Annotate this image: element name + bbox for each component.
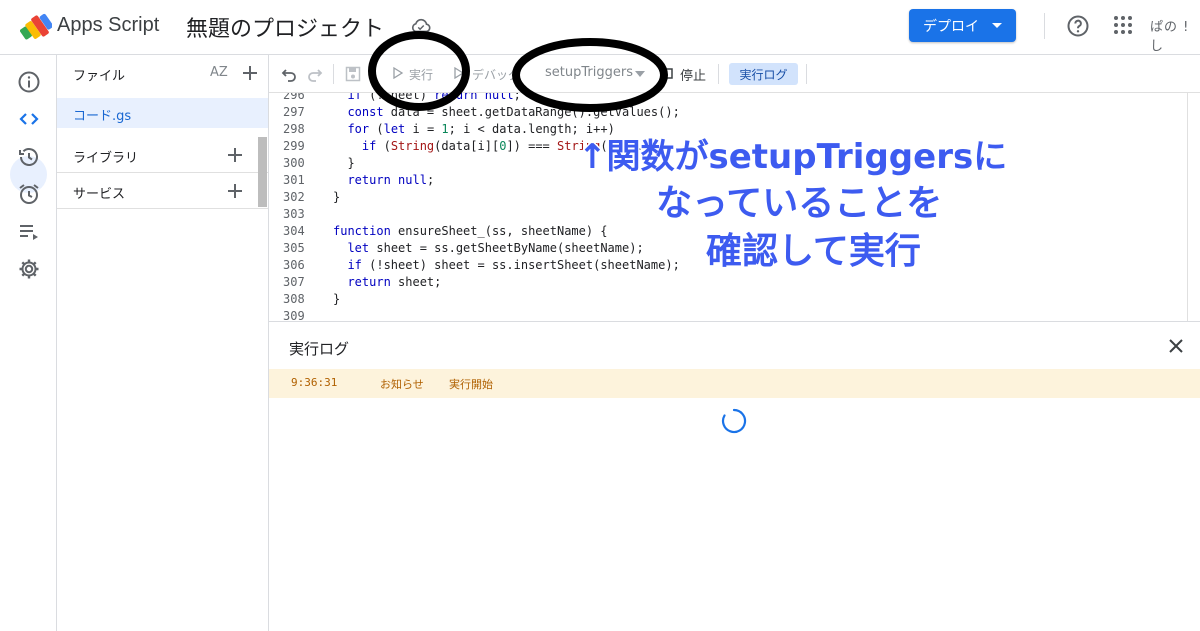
code-line[interactable]: 298 for (let i = 1; i < data.length; i++… [269, 122, 1200, 139]
files-title: ファイル [73, 69, 126, 84]
files-panel: ファイル AZ コード.gs ライブラリ サービス [57, 55, 269, 631]
function-selector-value: setupTriggers [545, 65, 633, 80]
apps-grid-icon[interactable] [1113, 15, 1133, 35]
stop-button-label: 停止 [680, 69, 707, 84]
code-text: if (!sheet) sheet = ss.insertSheet(sheet… [347, 258, 680, 272]
line-number: 300 [283, 156, 305, 170]
app-name: Apps Script [57, 14, 160, 36]
execution-log-button[interactable]: 実行ログ [729, 63, 798, 85]
code-editor-icon[interactable] [16, 106, 42, 132]
account-avatar[interactable]: ぱの ! し [1150, 16, 1200, 54]
section-libraries-label: ライブラリ [73, 151, 139, 166]
section-libraries: ライブラリ [57, 137, 268, 173]
line-number: 303 [283, 207, 305, 221]
log-time: 9:36:31 [291, 376, 338, 389]
log-panel-title: 実行ログ [289, 340, 350, 358]
add-library-icon[interactable] [226, 146, 244, 164]
save-icon[interactable] [345, 66, 361, 82]
stop-icon [662, 68, 673, 79]
log-level: お知らせ [380, 378, 424, 391]
log-entry: 9:36:31 お知らせ 実行開始 [269, 369, 1200, 398]
settings-gear-icon[interactable] [16, 256, 42, 282]
code-text: if (String(data[i][0]) === String(cli... [361, 139, 651, 153]
info-icon[interactable] [16, 69, 42, 95]
line-number: 299 [283, 139, 305, 153]
debug-play-icon [454, 67, 465, 79]
code-text: if (!sheet) return null; [347, 93, 521, 102]
caret-down-icon [635, 71, 645, 77]
code-text: for (let i = 1; i < data.length; i++) [347, 122, 615, 136]
code-line[interactable]: 301 return null; [269, 173, 1200, 190]
editor-toolbar: 実行 デバッグ setupTriggers 停止 実行ログ [269, 55, 1200, 93]
code-line[interactable]: 304 function ensureSheet_(ss, sheetName) … [269, 224, 1200, 241]
play-icon [393, 67, 404, 79]
cloud-saved-icon [411, 18, 431, 33]
code-line[interactable]: 296 if (!sheet) return null; [269, 93, 1200, 105]
code-line[interactable]: 299 if (String(data[i][0]) === String(cl… [269, 139, 1200, 156]
line-number: 297 [283, 105, 305, 119]
execution-log-panel: 実行ログ 9:36:31 お知らせ 実行開始 [269, 321, 1200, 631]
log-message: 実行開始 [449, 378, 493, 391]
line-number: 296 [283, 93, 305, 102]
line-number: 301 [283, 173, 305, 187]
line-number: 302 [283, 190, 305, 204]
loading-spinner-icon [721, 408, 747, 434]
toolbar-divider [333, 64, 334, 84]
line-number: 305 [283, 241, 305, 255]
line-number: 308 [283, 292, 305, 306]
deploy-button[interactable]: デプロイ [909, 9, 1016, 42]
code-line[interactable]: 307 return sheet; [269, 275, 1200, 292]
code-line[interactable]: 308} [269, 292, 1200, 309]
line-number: 304 [283, 224, 305, 238]
code-line[interactable]: 309 [269, 309, 1200, 321]
code-line[interactable]: 306 if (!sheet) sheet = ss.insertSheet(s… [269, 258, 1200, 275]
history-icon[interactable] [16, 144, 42, 170]
section-services-label: サービス [73, 187, 126, 202]
line-number: 306 [283, 258, 305, 272]
app-header: Apps Script 無題のプロジェクト デプロイ ぱの ! し [0, 0, 1200, 55]
editor-scrollbar[interactable] [1187, 93, 1200, 321]
header-divider [1044, 13, 1045, 39]
code-line[interactable]: 303 [269, 207, 1200, 224]
deploy-button-label: デプロイ [923, 18, 979, 35]
redo-icon[interactable] [307, 66, 323, 82]
files-scrollbar[interactable] [258, 137, 267, 207]
add-file-icon[interactable] [241, 64, 259, 82]
code-text: const data = sheet.getDataRange().getVal… [347, 105, 680, 119]
undo-icon[interactable] [281, 66, 297, 82]
code-text: } [333, 190, 341, 204]
code-editor[interactable]: 296 if (!sheet) return null; 297 const da… [269, 93, 1200, 321]
debug-button-label: デバッグ [472, 68, 521, 82]
code-line[interactable]: 305 let sheet = ss.getSheetByName(sheetN… [269, 241, 1200, 258]
triggers-alarm-icon[interactable] [16, 181, 42, 207]
code-text: return sheet; [347, 275, 442, 289]
toolbar-divider [806, 64, 807, 84]
toolbar-divider [718, 64, 719, 84]
left-nav-rail [0, 55, 57, 631]
run-button-label: 実行 [409, 68, 434, 82]
code-text: } [333, 292, 341, 306]
project-title[interactable]: 無題のプロジェクト [186, 11, 384, 43]
section-services: サービス [57, 173, 268, 209]
code-line[interactable]: 302} [269, 190, 1200, 207]
chevron-down-icon [992, 23, 1002, 28]
sort-az-icon[interactable]: AZ [210, 65, 230, 81]
line-number: 309 [283, 309, 305, 321]
line-number: 298 [283, 122, 305, 136]
code-text: function ensureSheet_(ss, sheetName) { [333, 224, 608, 238]
add-service-icon[interactable] [226, 182, 244, 200]
code-line[interactable]: 300 } [269, 156, 1200, 173]
file-item-code-gs[interactable]: コード.gs [57, 98, 268, 128]
apps-script-logo[interactable] [20, 13, 52, 41]
code-text: let sheet = ss.getSheetByName(sheetName)… [347, 241, 644, 255]
executions-icon[interactable] [16, 219, 42, 245]
line-number: 307 [283, 275, 305, 289]
file-item-label: コード.gs [73, 109, 132, 124]
code-text: return null; [347, 173, 435, 187]
help-icon[interactable] [1066, 14, 1090, 38]
close-icon[interactable] [1166, 336, 1186, 356]
code-line[interactable]: 297 const data = sheet.getDataRange().ge… [269, 105, 1200, 122]
code-text: } [333, 156, 355, 170]
